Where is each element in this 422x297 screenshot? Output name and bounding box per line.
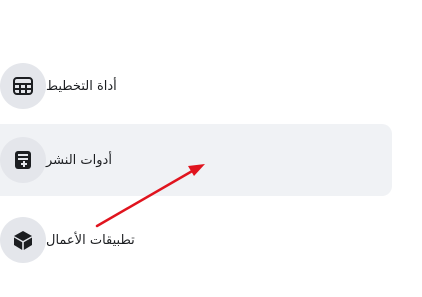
menu-item-label: أدوات النشر [46,152,112,168]
cube-icon [0,217,46,263]
menu-item-label: تطبيقات الأعمال [46,232,135,248]
menu-item-publishing-tools[interactable]: أدوات النشر [0,124,392,196]
publishing-tools-icon [0,137,46,183]
menu-panel: أداة التخطيط أدوات النشر تطبيقات الأعمال [0,0,422,297]
menu-item-planner[interactable]: أداة التخطيط [0,50,392,122]
table-icon [0,63,46,109]
menu-item-label: أداة التخطيط [46,78,117,94]
menu-item-business-apps[interactable]: تطبيقات الأعمال [0,204,392,276]
